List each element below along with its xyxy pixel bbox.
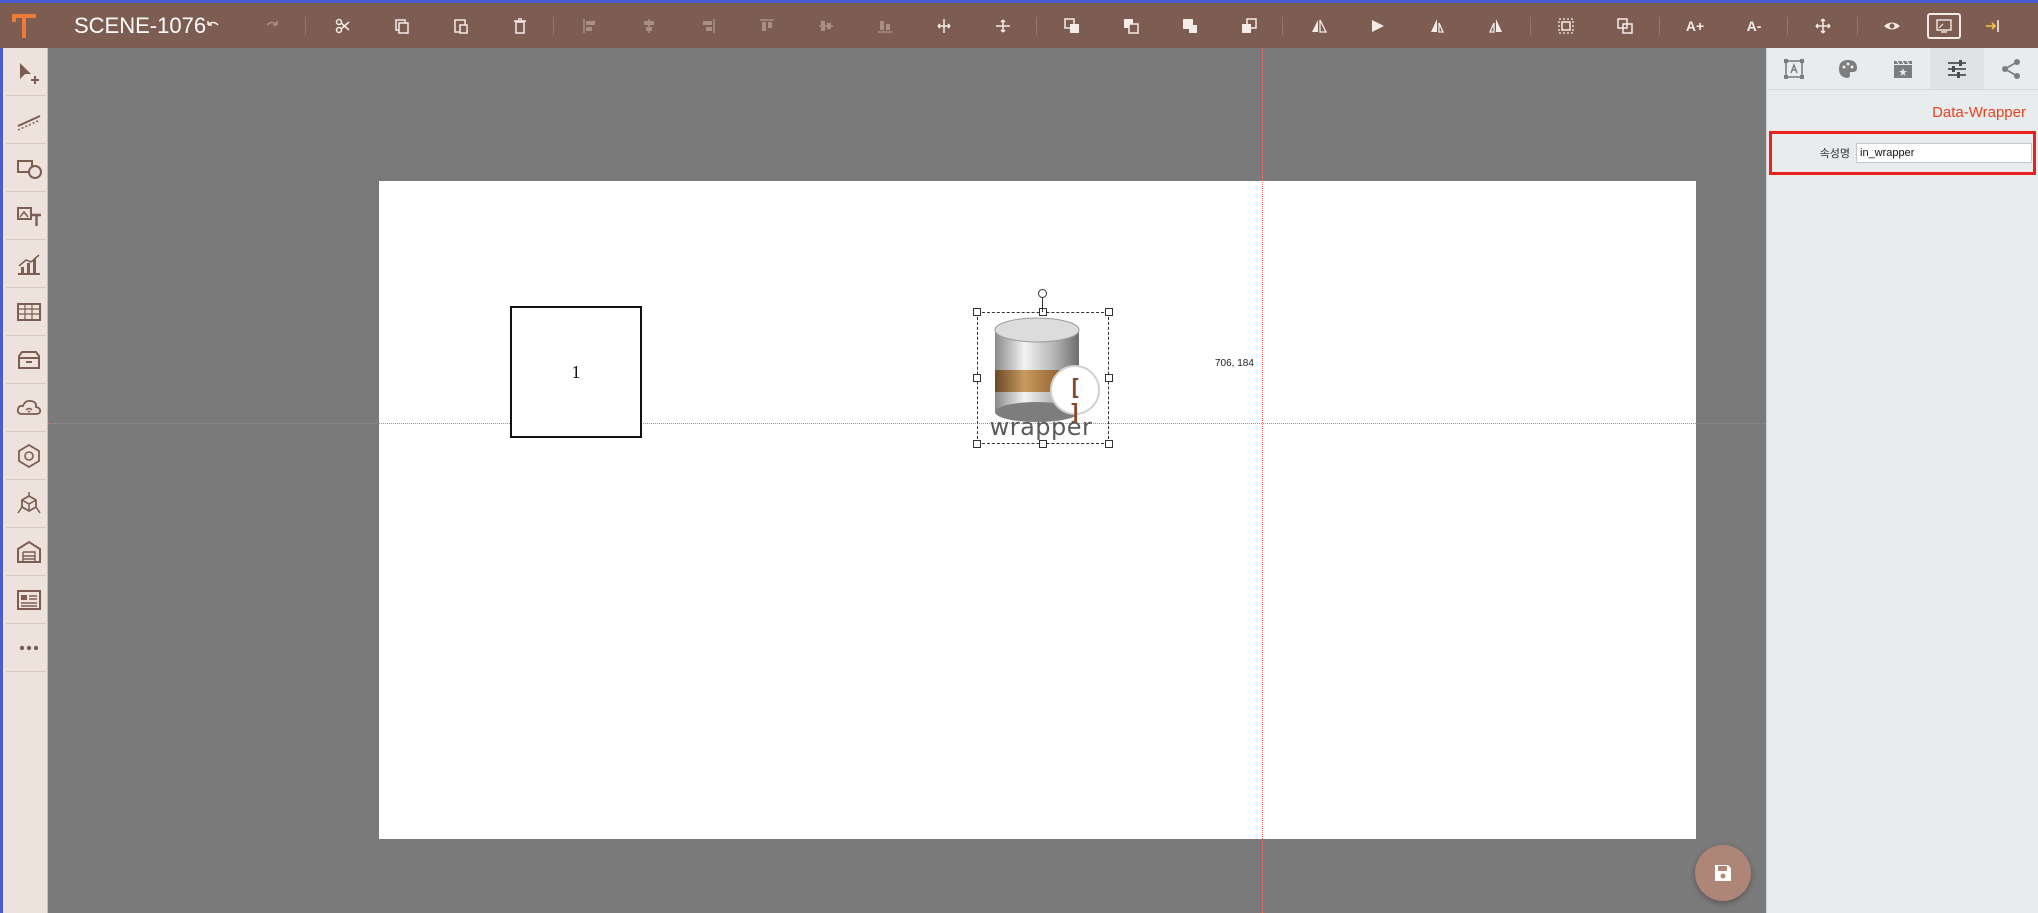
image-text-tool-icon[interactable] <box>6 192 51 240</box>
form-tool-icon[interactable] <box>6 576 51 624</box>
resize-handle-e[interactable] <box>1105 374 1113 382</box>
exit-icon[interactable] <box>1973 3 2013 48</box>
main-toolbar: SCENE-1076 A+ A- <box>0 0 2038 48</box>
property-name-row: 속성명 <box>1769 131 2036 175</box>
more-tools-icon[interactable] <box>6 624 51 672</box>
distribute-horizontal-icon[interactable] <box>924 3 964 48</box>
line-tool-icon[interactable] <box>6 96 51 144</box>
group-icon[interactable] <box>1546 3 1586 48</box>
font-decrease-icon[interactable]: A- <box>1734 3 1774 48</box>
bring-to-front-icon[interactable] <box>1052 3 1092 48</box>
resize-handle-nw[interactable] <box>973 308 981 316</box>
fit-icon[interactable] <box>1803 3 1843 48</box>
3d-tool-icon[interactable] <box>6 480 51 528</box>
align-right-icon[interactable] <box>688 3 728 48</box>
scene-title[interactable]: SCENE-1076 <box>74 13 206 39</box>
scene-page[interactable] <box>379 181 1696 839</box>
redo-icon[interactable] <box>252 3 292 48</box>
tab-data[interactable] <box>1984 48 2038 89</box>
ungroup-icon[interactable] <box>1605 3 1645 48</box>
align-middle-icon[interactable] <box>806 3 846 48</box>
cut-icon[interactable] <box>323 3 363 48</box>
chart-tool-icon[interactable] <box>6 240 51 288</box>
cloud-tool-icon[interactable] <box>6 384 51 432</box>
align-top-icon[interactable] <box>747 3 787 48</box>
resize-handle-n[interactable] <box>1039 308 1047 316</box>
vertical-guide-line <box>1262 48 1263 913</box>
shape-icon <box>1784 58 1805 79</box>
rotate-cw-icon[interactable] <box>1417 3 1457 48</box>
app-logo-icon[interactable] <box>0 3 48 48</box>
align-left-icon[interactable] <box>570 3 610 48</box>
font-increase-icon[interactable]: A+ <box>1675 3 1715 48</box>
rect-label: 1 <box>571 361 581 382</box>
component-type-heading: Data-Wrapper <box>1932 104 2026 121</box>
rotate-ccw-icon[interactable] <box>1476 3 1516 48</box>
warehouse-tool-icon[interactable] <box>6 528 51 576</box>
property-name-input[interactable] <box>1856 143 2032 163</box>
tab-effect[interactable] <box>1875 48 1929 89</box>
left-toolbar <box>0 48 51 913</box>
save-icon <box>1715 865 1731 881</box>
properties-panel: Data-Wrapper 속성명 <box>1766 48 2038 913</box>
film-icon <box>1893 60 1912 78</box>
resize-handle-sw[interactable] <box>973 440 981 448</box>
rotate-handle-line <box>1042 296 1043 312</box>
align-center-icon[interactable] <box>629 3 669 48</box>
gauge-tool-icon[interactable] <box>6 432 51 480</box>
distribute-vertical-icon[interactable] <box>983 3 1023 48</box>
flip-vertical-icon[interactable] <box>1358 3 1398 48</box>
resize-handle-s[interactable] <box>1039 440 1047 448</box>
property-name-label: 속성명 <box>1819 148 1850 160</box>
shape-tool-icon[interactable] <box>6 144 51 192</box>
save-button[interactable] <box>1695 845 1751 901</box>
palette-icon <box>1839 59 1858 78</box>
undo-icon[interactable] <box>193 3 233 48</box>
send-to-back-icon[interactable] <box>1229 3 1269 48</box>
table-tool-icon[interactable] <box>6 288 51 336</box>
bring-forward-icon[interactable] <box>1111 3 1151 48</box>
delete-icon[interactable] <box>500 3 540 48</box>
canvas-area[interactable]: 1 [] wrapper 706, 184 <box>48 48 1766 913</box>
rect-component[interactable]: 1 <box>510 306 642 438</box>
align-bottom-icon[interactable] <box>865 3 905 48</box>
storage-tool-icon[interactable] <box>6 336 51 384</box>
horizontal-guide-line <box>48 423 1766 424</box>
coordinate-readout: 706, 184 <box>1215 358 1254 369</box>
selection-box <box>977 312 1109 444</box>
preview-eye-icon[interactable] <box>1872 3 1912 48</box>
fullscreen-monitor-icon[interactable] <box>1927 13 1961 39</box>
tab-properties[interactable] <box>1929 48 1984 89</box>
flip-horizontal-icon[interactable] <box>1299 3 1339 48</box>
tab-shape[interactable] <box>1767 48 1821 89</box>
resize-handle-w[interactable] <box>973 374 981 382</box>
send-backward-icon[interactable] <box>1170 3 1210 48</box>
panel-tabs <box>1767 48 2038 90</box>
app-window: SCENE-1076 A+ A- 1 [] wrapper 706, 184 … <box>0 0 2038 913</box>
copy-icon[interactable] <box>382 3 422 48</box>
share-icon <box>2001 58 2020 79</box>
sliders-icon <box>1947 59 1966 78</box>
pointer-tool-icon[interactable] <box>6 48 51 96</box>
tab-style[interactable] <box>1821 48 1875 89</box>
rotate-handle[interactable] <box>1038 289 1047 298</box>
resize-handle-ne[interactable] <box>1105 308 1113 316</box>
resize-handle-se[interactable] <box>1105 440 1113 448</box>
paste-icon[interactable] <box>441 3 481 48</box>
